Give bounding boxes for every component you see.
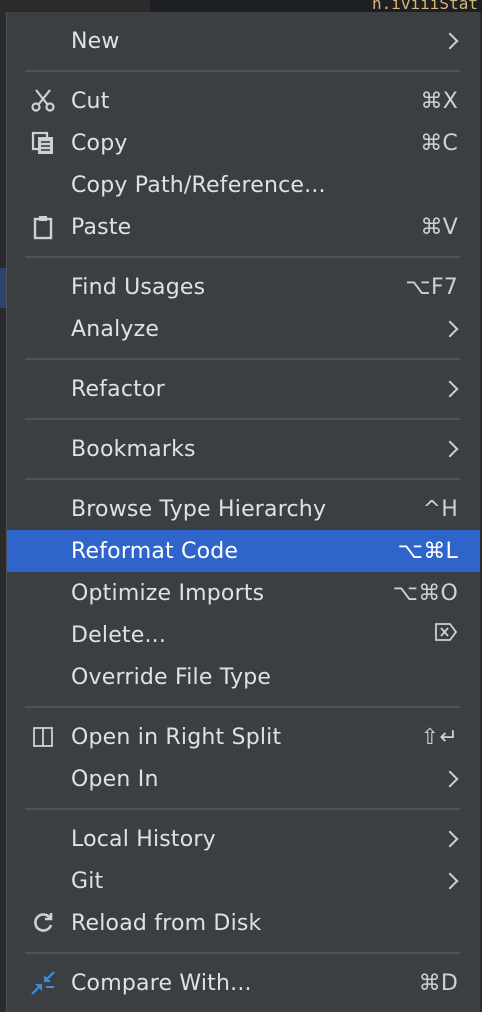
menu-item-label: Refactor — [71, 376, 165, 402]
menu-item-label: Bookmarks — [71, 436, 196, 462]
menu-item-refactor[interactable]: Refactor — [7, 368, 480, 410]
menu-item-delete[interactable]: Delete... — [7, 614, 480, 656]
menu-item-cut[interactable]: Cut ⌘X — [7, 80, 480, 122]
menu-item-label: Find Usages — [71, 274, 206, 300]
shortcut-label: ⌘X — [420, 88, 458, 114]
menu-item-label: Compare With... — [71, 970, 252, 996]
shortcut-label: ⌥⌘L — [397, 538, 458, 564]
chevron-right-icon — [441, 32, 459, 50]
menu-item-label: Open In — [71, 766, 159, 792]
context-menu: New Cut ⌘X Copy ⌘C Copy Path/Reference..… — [6, 12, 480, 1012]
menu-item-optimize-imports[interactable]: Optimize Imports ⌥⌘O — [7, 572, 480, 614]
copy-icon — [29, 129, 57, 157]
menu-item-label: Open in Right Split — [71, 724, 282, 750]
menu-item-label: Browse Type Hierarchy — [71, 496, 327, 522]
menu-item-find-usages[interactable]: Find Usages ⌥F7 — [7, 266, 480, 308]
menu-item-git[interactable]: Git — [7, 860, 480, 902]
menu-item-label: Paste — [71, 214, 132, 240]
menu-item-open-in[interactable]: Open In — [7, 758, 480, 800]
menu-separator — [25, 70, 460, 72]
shortcut-label: ⇧↵ — [420, 724, 458, 750]
menu-item-label: Reload from Disk — [71, 910, 262, 936]
menu-item-override-file-type[interactable]: Override File Type — [7, 656, 480, 698]
menu-item-new[interactable]: New — [7, 20, 480, 62]
menu-separator — [25, 952, 460, 954]
menu-separator — [25, 808, 460, 810]
menu-item-compare-with[interactable]: Compare With... ⌘D — [7, 962, 480, 1004]
shortcut-label: ⌥⌘O — [392, 580, 458, 606]
compare-arrows-icon — [29, 969, 57, 997]
menu-item-label: Copy Path/Reference... — [71, 172, 326, 198]
menu-item-label: Reformat Code — [71, 538, 239, 564]
menu-item-label: New — [71, 28, 120, 54]
menu-item-browse-type-hierarchy[interactable]: Browse Type Hierarchy ^H — [7, 488, 480, 530]
shortcut-label: ⌥F7 — [405, 274, 458, 300]
menu-item-label: Local History — [71, 826, 216, 852]
menu-item-label: Git — [71, 868, 104, 894]
menu-item-bookmarks[interactable]: Bookmarks — [7, 428, 480, 470]
menu-item-local-history[interactable]: Local History — [7, 818, 480, 860]
shortcut-label: ^H — [422, 496, 458, 522]
shortcut-label: ⌘C — [420, 130, 458, 156]
clipboard-icon — [29, 213, 57, 241]
menu-item-open-in-right-split[interactable]: Open in Right Split ⇧↵ — [7, 716, 480, 758]
menu-item-label: Analyze — [71, 316, 160, 342]
menu-item-label: Override File Type — [71, 664, 272, 690]
menu-separator — [25, 478, 460, 480]
scissors-icon — [29, 87, 57, 115]
shortcut-label: ⌘D — [418, 970, 458, 996]
shortcut-label: ⌘V — [420, 214, 458, 240]
menu-separator — [25, 706, 460, 708]
menu-separator — [25, 256, 460, 258]
menu-item-analyze[interactable]: Analyze — [7, 308, 480, 350]
menu-item-label: Optimize Imports — [71, 580, 265, 606]
menu-item-paste[interactable]: Paste ⌘V — [7, 206, 480, 248]
chevron-right-icon — [441, 380, 459, 398]
menu-separator — [25, 418, 460, 420]
menu-item-label: Cut — [71, 88, 110, 114]
split-view-icon — [29, 723, 57, 751]
reload-icon — [29, 909, 57, 937]
menu-item-copy[interactable]: Copy ⌘C — [7, 122, 480, 164]
menu-item-reformat-code[interactable]: Reformat Code ⌥⌘L — [7, 530, 480, 572]
menu-item-copy-path-reference[interactable]: Copy Path/Reference... — [7, 164, 480, 206]
chevron-right-icon — [441, 440, 459, 458]
chevron-right-icon — [441, 830, 459, 848]
menu-item-reload-from-disk[interactable]: Reload from Disk — [7, 902, 480, 944]
menu-item-label: Delete... — [71, 622, 167, 648]
chevron-right-icon — [441, 770, 459, 788]
chevron-right-icon — [441, 872, 459, 890]
menu-separator — [25, 358, 460, 360]
chevron-right-icon — [441, 320, 459, 338]
delete-key-icon — [434, 622, 458, 648]
menu-item-label: Copy — [71, 130, 128, 156]
